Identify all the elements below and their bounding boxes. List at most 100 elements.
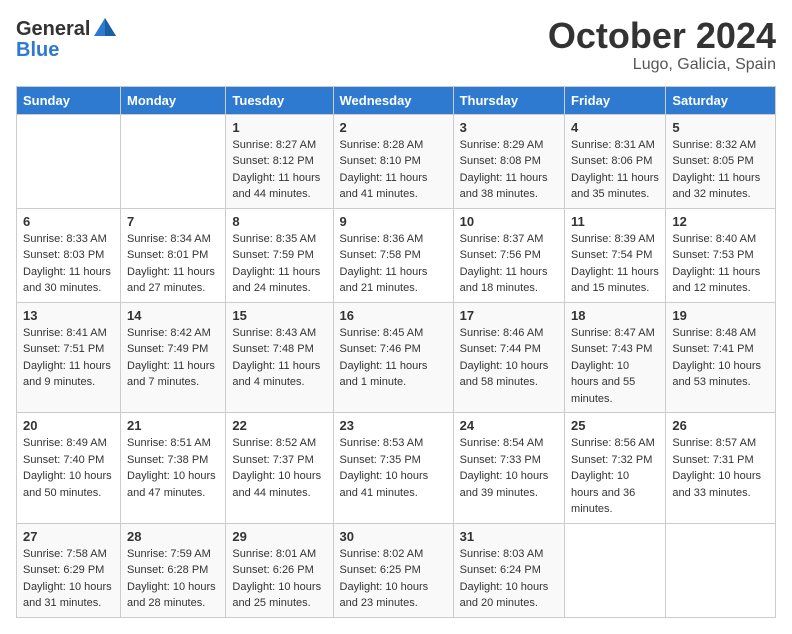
day-cell: 8Sunrise: 8:35 AMSunset: 7:59 PMDaylight… [226,208,333,302]
day-cell: 12Sunrise: 8:40 AMSunset: 7:53 PMDayligh… [666,208,776,302]
sunset-text: Sunset: 8:05 PM [672,155,753,167]
sunrise-text: Sunrise: 8:33 AM [23,233,107,245]
daylight-text: Daylight: 11 hours and 1 minute. [340,360,428,389]
daylight-text: Daylight: 11 hours and 27 minutes. [127,266,215,295]
day-cell: 18Sunrise: 8:47 AMSunset: 7:43 PMDayligh… [565,302,666,413]
week-row-2: 6 Sunrise: 8:33 AMSunset: 8:03 PMDaylight… [17,208,776,302]
day-number: 29 [232,529,326,544]
sunrise-text: Sunrise: 8:51 AM [127,437,211,449]
day-cell [565,523,666,617]
weekday-header-friday: Friday [565,86,666,114]
day-cell: 2Sunrise: 8:28 AMSunset: 8:10 PMDaylight… [333,114,453,208]
sunset-text: Sunset: 8:01 PM [127,249,208,261]
sunset-text: Sunset: 6:24 PM [460,564,541,576]
sunrise-text: Sunrise: 8:54 AM [460,437,544,449]
daylight-text: Daylight: 11 hours and 44 minutes. [232,172,320,201]
sunset-text: Sunset: 7:51 PM [23,343,104,355]
day-number: 25 [571,418,659,433]
day-info: Sunrise: 8:57 AMSunset: 7:31 PMDaylight:… [672,435,769,501]
daylight-text: Daylight: 10 hours and 31 minutes. [23,581,112,610]
sunset-text: Sunset: 6:26 PM [232,564,313,576]
daylight-text: Daylight: 10 hours and 44 minutes. [232,470,321,499]
week-row-1: 1 Sunrise: 8:27 AMSunset: 8:12 PMDaylight… [17,114,776,208]
daylight-text: Daylight: 11 hours and 15 minutes. [571,266,659,295]
day-number: 13 [23,308,114,323]
day-cell: 28Sunrise: 7:59 AMSunset: 6:28 PMDayligh… [121,523,226,617]
sunrise-text: Sunrise: 8:52 AM [232,437,316,449]
day-cell: 22Sunrise: 8:52 AMSunset: 7:37 PMDayligh… [226,413,333,524]
day-cell: 25 Sunrise: 8:56 AMSunset: 7:32 PMDayligh… [565,413,666,524]
day-info: Sunrise: 8:33 AMSunset: 8:03 PMDaylight:… [23,231,114,297]
day-cell: 31Sunrise: 8:03 AMSunset: 6:24 PMDayligh… [453,523,564,617]
day-number: 1 [232,120,326,135]
day-number: 19 [672,308,769,323]
sunset-text: Sunset: 6:25 PM [340,564,421,576]
sunset-text: Sunset: 7:46 PM [340,343,421,355]
sunrise-text: Sunrise: 8:34 AM [127,233,211,245]
sunrise-text: Sunrise: 8:01 AM [232,548,316,560]
day-cell: 10Sunrise: 8:37 AMSunset: 7:56 PMDayligh… [453,208,564,302]
day-info: Sunrise: 8:35 AMSunset: 7:59 PMDaylight:… [232,231,326,297]
day-number: 27 [23,529,114,544]
daylight-text: Daylight: 10 hours and 50 minutes. [23,470,112,499]
sunrise-text: Sunrise: 8:53 AM [340,437,424,449]
month-title: October 2024 [548,16,776,56]
daylight-text: Daylight: 11 hours and 12 minutes. [672,266,760,295]
sunset-text: Sunset: 7:44 PM [460,343,541,355]
sunset-text: Sunset: 7:40 PM [23,454,104,466]
sunset-text: Sunset: 7:53 PM [672,249,753,261]
sunrise-text: Sunrise: 8:27 AM [232,139,316,151]
day-number: 26 [672,418,769,433]
sunrise-text: Sunrise: 8:49 AM [23,437,107,449]
sunrise-text: Sunrise: 8:46 AM [460,327,544,339]
sunset-text: Sunset: 8:08 PM [460,155,541,167]
day-number: 6 [23,214,114,229]
sunset-text: Sunset: 7:56 PM [460,249,541,261]
sunrise-text: Sunrise: 8:57 AM [672,437,756,449]
daylight-text: Daylight: 11 hours and 38 minutes. [460,172,548,201]
day-info: Sunrise: 8:32 AMSunset: 8:05 PMDaylight:… [672,137,769,203]
sunrise-text: Sunrise: 7:58 AM [23,548,107,560]
day-number: 14 [127,308,219,323]
sunset-text: Sunset: 7:58 PM [340,249,421,261]
sunset-text: Sunset: 7:31 PM [672,454,753,466]
day-info: Sunrise: 8:27 AMSunset: 8:12 PMDaylight:… [232,137,326,203]
day-info: Sunrise: 8:34 AM Sunset: 8:01 PM Daylight:… [127,231,219,297]
day-number: 2 [340,120,447,135]
weekday-header-saturday: Saturday [666,86,776,114]
day-number: 24 [460,418,558,433]
day-info: Sunrise: 8:39 AMSunset: 7:54 PMDaylight:… [571,231,659,297]
sunrise-text: Sunrise: 8:02 AM [340,548,424,560]
sunset-text: Sunset: 7:59 PM [232,249,313,261]
day-cell: 6 Sunrise: 8:33 AMSunset: 8:03 PMDaylight… [17,208,121,302]
day-cell: 19Sunrise: 8:48 AMSunset: 7:41 PMDayligh… [666,302,776,413]
day-info: Sunrise: 8:52 AMSunset: 7:37 PMDaylight:… [232,435,326,501]
day-cell: 9Sunrise: 8:36 AMSunset: 7:58 PMDaylight… [333,208,453,302]
day-cell: 4Sunrise: 8:31 AMSunset: 8:06 PMDaylight… [565,114,666,208]
day-info: Sunrise: 8:54 AMSunset: 7:33 PMDaylight:… [460,435,558,501]
daylight-text: Daylight: 10 hours and 23 minutes. [340,581,429,610]
day-info: Sunrise: 8:56 AMSunset: 7:32 PMDaylight:… [571,435,659,518]
location: Lugo, Galicia, Spain [548,56,776,74]
day-info: Sunrise: 8:01 AMSunset: 6:26 PMDaylight:… [232,546,326,612]
day-cell: 20 Sunrise: 8:49 AM Sunset: 7:40 PM Dayligh… [17,413,121,524]
day-number: 17 [460,308,558,323]
day-cell: 26Sunrise: 8:57 AMSunset: 7:31 PMDayligh… [666,413,776,524]
day-number: 20 [23,418,114,433]
day-number: 12 [672,214,769,229]
day-info: Sunrise: 7:58 AMSunset: 6:29 PMDaylight:… [23,546,114,612]
day-number: 10 [460,214,558,229]
day-info: Sunrise: 8:37 AMSunset: 7:56 PMDaylight:… [460,231,558,297]
day-info: Sunrise: 8:53 AM Sunset: 7:35 PM Daylight:… [340,435,447,501]
daylight-text: Daylight: 10 hours and 20 minutes. [460,581,549,610]
sunrise-text: Sunrise: 8:32 AM [672,139,756,151]
sunset-text: Sunset: 7:48 PM [232,343,313,355]
sunset-text: Sunset: 7:35 PM [340,454,421,466]
day-cell: 16Sunrise: 8:45 AMSunset: 7:46 PMDayligh… [333,302,453,413]
daylight-text: Daylight: 10 hours and 41 minutes. [340,470,429,499]
sunset-text: Sunset: 7:41 PM [672,343,753,355]
sunrise-text: Sunrise: 8:37 AM [460,233,544,245]
day-number: 9 [340,214,447,229]
weekday-header-wednesday: Wednesday [333,86,453,114]
sunset-text: Sunset: 7:32 PM [571,454,652,466]
